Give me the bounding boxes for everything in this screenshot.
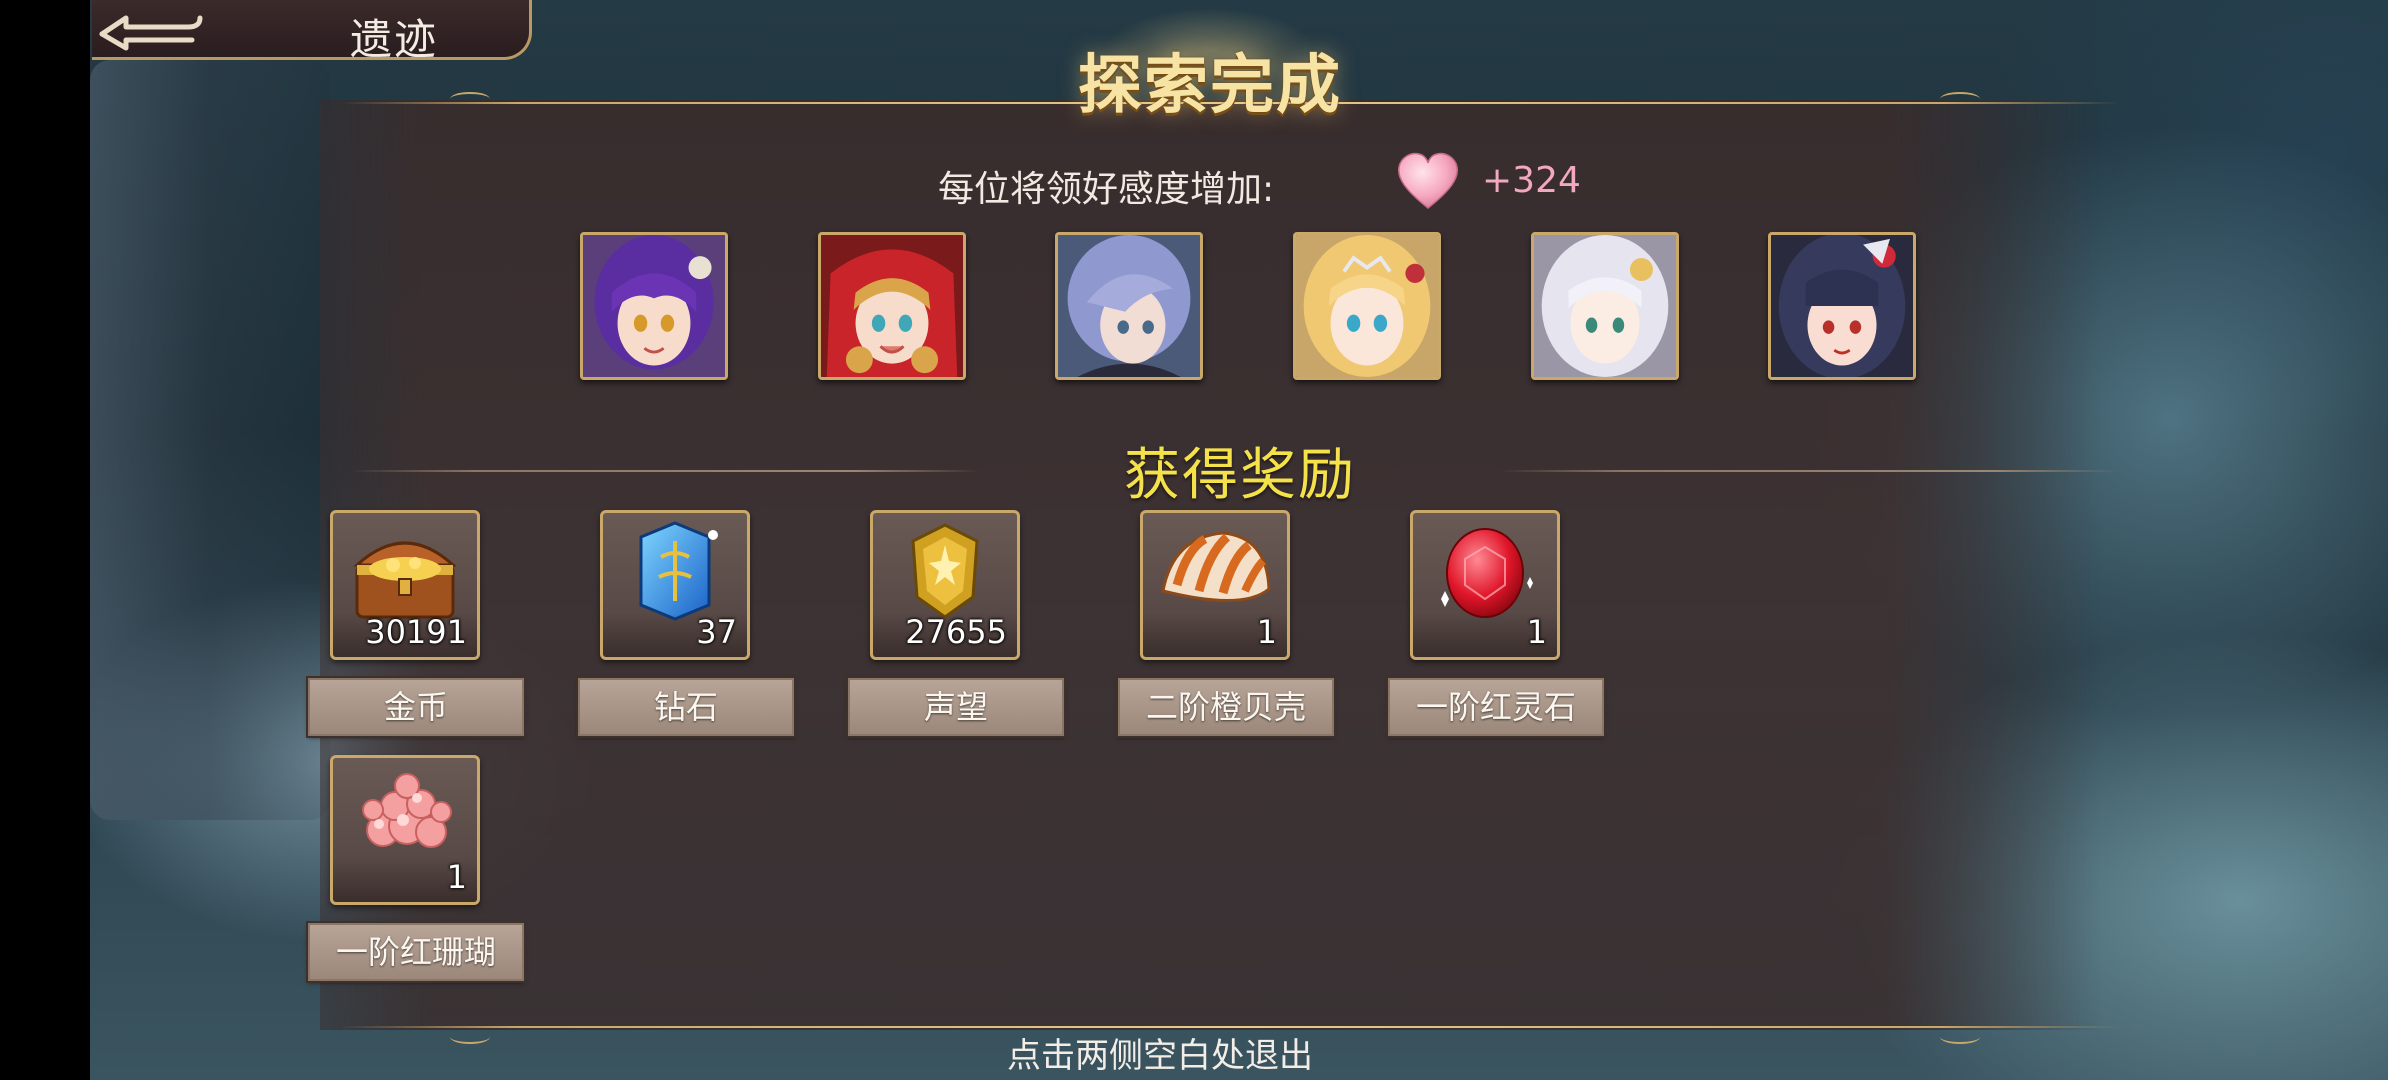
- dark-hair-character-icon: [1771, 235, 1913, 377]
- reward-name: 二阶橙贝壳: [1145, 688, 1306, 726]
- divider-ornament: [450, 92, 490, 106]
- divider-ornament: [450, 1030, 490, 1044]
- divider-ornament: [1940, 92, 1980, 106]
- red-hood-character-icon: [821, 235, 963, 377]
- affection-label: 每位将领好感度增加:: [938, 169, 1275, 210]
- prestige-medal-icon: [911, 523, 979, 619]
- page-title: 遗迹: [350, 15, 439, 64]
- reward-count: 27655: [905, 613, 1007, 651]
- game-screen[interactable]: 遗迹 探索完成 每位将领好感度增加: +324 获得奖励 30191 金币 37…: [0, 0, 2388, 1080]
- divider-ornament: [1940, 1030, 1980, 1044]
- heart-icon: [1397, 152, 1459, 209]
- blonde-princess-character-icon: [1296, 235, 1438, 377]
- reward-icon-frame: 1: [1410, 510, 1560, 660]
- reward-name: 一阶红灵石: [1415, 688, 1576, 726]
- character-portrait[interactable]: [1293, 232, 1441, 380]
- reward-item[interactable]: 1 二阶橙贝壳: [1118, 510, 1338, 750]
- reward-name: 金币: [383, 688, 448, 726]
- stone-pillar-decoration: [90, 60, 330, 820]
- red-gem-icon: [1441, 528, 1533, 618]
- reward-item[interactable]: 27655 声望: [848, 510, 1068, 750]
- affection-value: +324: [1482, 160, 1581, 201]
- reward-count: 1: [1526, 613, 1547, 651]
- reward-name-plate: 钻石: [578, 678, 794, 736]
- character-portrait[interactable]: [1055, 232, 1203, 380]
- reward-count: 1: [1256, 613, 1277, 651]
- character-portrait[interactable]: [1768, 232, 1916, 380]
- reward-count: 37: [696, 613, 737, 651]
- reward-item[interactable]: 1 一阶红珊瑚: [308, 755, 528, 995]
- rewards-left-divider: [350, 470, 980, 472]
- back-arrow-icon: [99, 15, 203, 51]
- exit-hint: 点击两侧空白处退出: [1007, 1036, 1313, 1076]
- screen-edge: [0, 0, 90, 1080]
- reward-name-plate: 声望: [848, 678, 1064, 736]
- reward-name-plate: 二阶橙贝壳: [1118, 678, 1334, 736]
- treasure-chest-icon: [353, 541, 457, 619]
- reward-icon-frame: 27655: [870, 510, 1020, 660]
- reward-name-plate: 一阶红珊瑚: [308, 923, 524, 981]
- diamond-crystal-icon: [639, 521, 718, 621]
- rewards-right-divider: [1500, 470, 2120, 472]
- back-button[interactable]: [92, 0, 212, 58]
- reward-item[interactable]: 37 钻石: [578, 510, 798, 750]
- reward-count: 1: [446, 858, 467, 896]
- exploration-complete-title: 探索完成: [1078, 48, 1342, 123]
- orange-shell-icon: [1161, 531, 1271, 603]
- reward-name-plate: 金币: [308, 678, 524, 736]
- silver-blue-hair-character-icon: [1058, 235, 1200, 377]
- red-coral-icon: [362, 773, 452, 848]
- purple-hair-character-icon: [583, 235, 725, 377]
- character-portrait[interactable]: [580, 232, 728, 380]
- white-hair-character-icon: [1534, 235, 1676, 377]
- reward-icon-frame: 30191: [330, 510, 480, 660]
- reward-name-plate: 一阶红灵石: [1388, 678, 1604, 736]
- reward-icon-frame: 37: [600, 510, 750, 660]
- character-portrait[interactable]: [1531, 232, 1679, 380]
- character-portrait[interactable]: [818, 232, 966, 380]
- rewards-title: 获得奖励: [1124, 443, 1356, 508]
- reward-item[interactable]: 30191 金币: [308, 510, 528, 750]
- reward-item[interactable]: 1 一阶红灵石: [1388, 510, 1608, 750]
- reward-icon-frame: 1: [1140, 510, 1290, 660]
- reward-name: 钻石: [653, 688, 718, 726]
- reward-name: 一阶红珊瑚: [335, 933, 496, 971]
- reward-count: 30191: [365, 613, 467, 651]
- reward-name: 声望: [923, 688, 988, 726]
- reward-icon-frame: 1: [330, 755, 480, 905]
